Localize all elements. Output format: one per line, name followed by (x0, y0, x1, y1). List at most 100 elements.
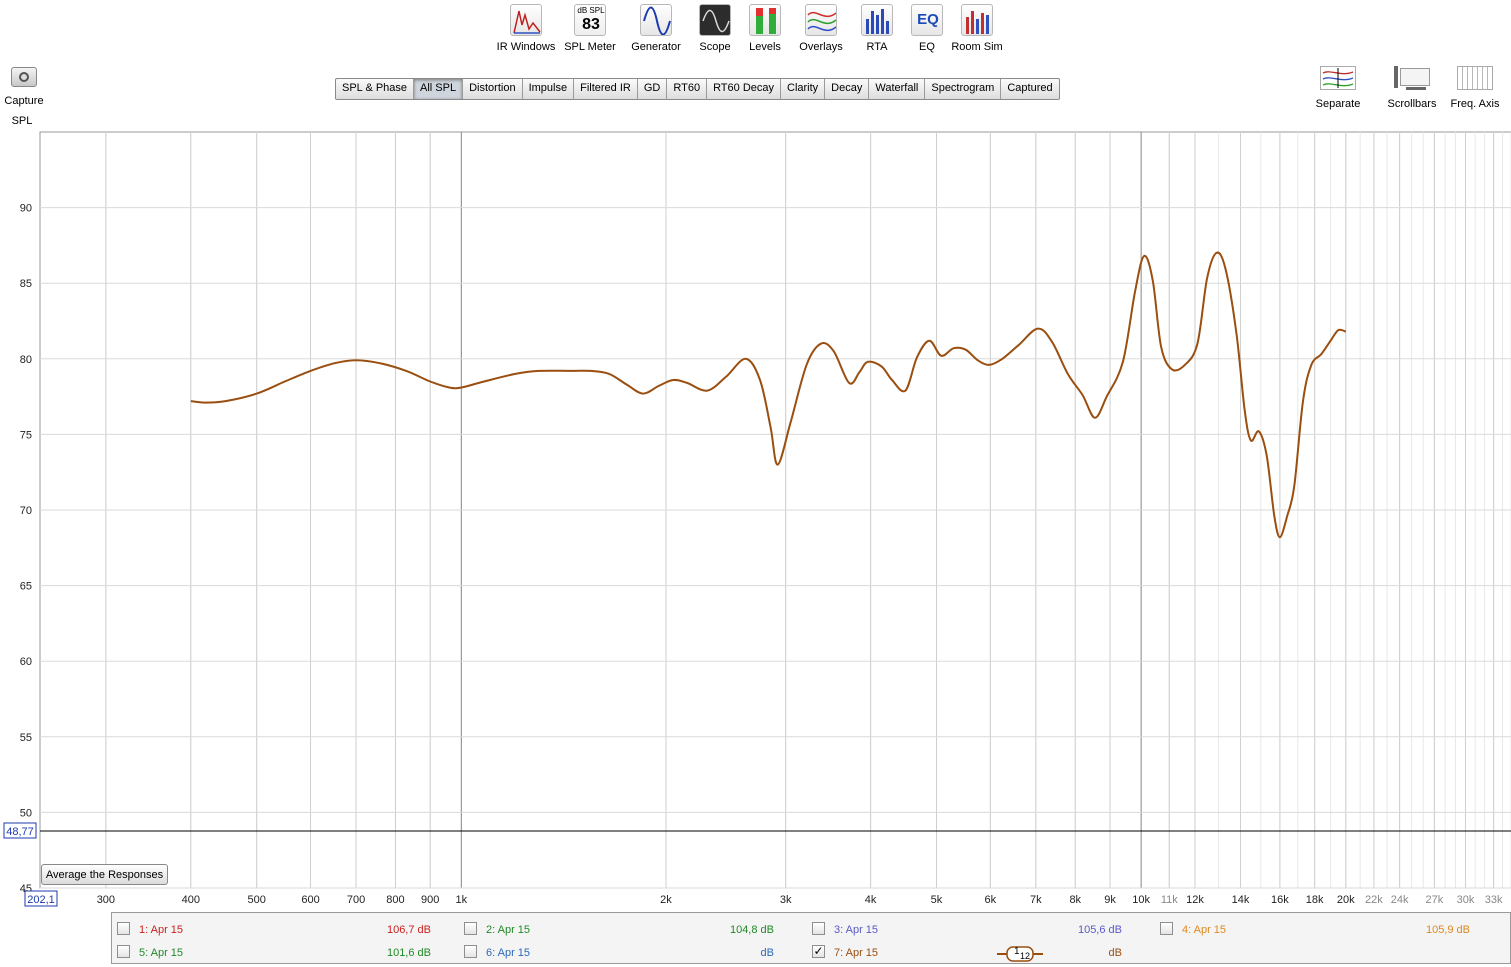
levels-label: Levels (749, 41, 781, 53)
scrollbars-icon (1392, 66, 1432, 90)
legend-item-7[interactable]: ✓ 7: Apr 15 dB (812, 944, 1132, 962)
tab-rt60-decay[interactable]: RT60 Decay (707, 79, 781, 99)
eq-icon: EQ (911, 4, 943, 36)
legend-label-3: 3: Apr 15 (834, 924, 879, 936)
separate-icon (1320, 66, 1356, 90)
graph-tabs: SPL & Phase All SPL Distortion Impulse F… (335, 78, 1060, 100)
separate-label: Separate (1315, 98, 1361, 110)
camera-icon (11, 67, 37, 87)
legend-value-3: 105,6 dB (1077, 924, 1122, 936)
tab-gd[interactable]: GD (638, 79, 668, 99)
legend-value-7: dB (1108, 947, 1122, 959)
x-tick-label: 9k (1104, 894, 1116, 906)
capture-button[interactable]: Capture (3, 67, 45, 107)
tab-rt60[interactable]: RT60 (667, 79, 708, 99)
levels-icon (749, 4, 781, 36)
x-tick-label: 24k (1391, 894, 1409, 906)
freq-axis-icon (1457, 66, 1493, 90)
y-tick-label: 60 (20, 656, 32, 668)
x-tick-label: 3k (780, 894, 792, 906)
ir-windows-label: IR Windows (496, 41, 556, 53)
tab-distortion[interactable]: Distortion (463, 79, 523, 99)
scope-icon (699, 4, 731, 36)
legend-label-5: 5: Apr 15 (139, 947, 184, 959)
legend-value-5: 101,6 dB (386, 947, 431, 959)
legend-panel: 1: Apr 15 106,7 dB 2: Apr 15 104,8 dB 3:… (111, 912, 1511, 964)
y-tick-label: 85 (20, 278, 32, 290)
legend-item-2[interactable]: 2: Apr 15 104,8 dB (464, 921, 784, 939)
room-sim-label: Room Sim (951, 41, 1003, 53)
x-tick-label: 6k (985, 894, 997, 906)
x-tick-label: 900 (421, 894, 439, 906)
cursor-x-readout: 202,1 (27, 894, 55, 906)
spl-meter-label: SPL Meter (564, 41, 616, 53)
x-tick-label: 12k (1186, 894, 1204, 906)
x-tick-label: 27k (1426, 894, 1444, 906)
spl-meter-button[interactable]: dB SPL 83 SPL Meter (558, 4, 622, 53)
smoothing-indicator[interactable]: 1 12 (997, 946, 1043, 962)
room-sim-button[interactable]: Room Sim (945, 4, 1009, 53)
freq-axis-label: Freq. Axis (1450, 98, 1500, 110)
legend-label-2: 2: Apr 15 (486, 924, 531, 936)
x-tick-label: 700 (347, 894, 365, 906)
spl-meter-unit: dB SPL (577, 6, 605, 15)
legend-label-7: 7: Apr 15 (834, 947, 879, 959)
legend-checkbox-2[interactable] (464, 922, 477, 935)
y-axis-label: SPL (12, 115, 33, 127)
average-responses-button[interactable]: Average the Responses (41, 864, 168, 885)
legend-checkbox-5[interactable] (117, 945, 130, 958)
legend-item-1[interactable]: 1: Apr 15 106,7 dB (117, 921, 437, 939)
freq-axis-button[interactable]: Freq. Axis (1446, 66, 1504, 110)
x-tick-label: 33k (1485, 894, 1503, 906)
x-tick-label: 2k (660, 894, 672, 906)
top-toolbar: IR Windows dB SPL 83 SPL Meter Generator… (0, 0, 1511, 60)
x-tick-label: 7k (1030, 894, 1042, 906)
tab-filtered-ir[interactable]: Filtered IR (574, 79, 638, 99)
tab-clarity[interactable]: Clarity (781, 79, 826, 99)
tab-decay[interactable]: Decay (825, 79, 870, 99)
scrollbars-button[interactable]: Scrollbars (1384, 66, 1440, 110)
room-sim-icon (961, 4, 993, 36)
tab-impulse[interactable]: Impulse (523, 79, 575, 99)
x-tick-label: 4k (865, 894, 877, 906)
ir-windows-button[interactable]: IR Windows (494, 4, 558, 53)
x-tick-label: 1k (456, 894, 468, 906)
capture-label: Capture (4, 95, 44, 107)
x-tick-label: 400 (182, 894, 200, 906)
tab-spl-phase[interactable]: SPL & Phase (336, 79, 415, 99)
spl-meter-value: 83 (582, 16, 600, 33)
x-tick-label: 500 (248, 894, 266, 906)
legend-checkbox-6[interactable] (464, 945, 477, 958)
tab-spectrogram[interactable]: Spectrogram (925, 79, 1002, 99)
legend-value-6: dB (760, 947, 774, 959)
legend-item-3[interactable]: 3: Apr 15 105,6 dB (812, 921, 1132, 939)
generator-button[interactable]: Generator (624, 4, 688, 53)
tab-waterfall[interactable]: Waterfall (869, 79, 926, 99)
legend-item-4[interactable]: 4: Apr 15 105,9 dB (1160, 921, 1480, 939)
overlays-icon (805, 4, 837, 36)
levels-button[interactable]: Levels (733, 4, 797, 53)
y-tick-label: 75 (20, 429, 32, 441)
scrollbars-label: Scrollbars (1387, 98, 1437, 110)
x-tick-label: 30k (1457, 894, 1475, 906)
y-tick-label: 65 (20, 581, 32, 593)
spl-chart[interactable]: SPL45505560657075808590300 400 500 600 700 80… (0, 110, 1511, 910)
tab-captured[interactable]: Captured (1001, 79, 1058, 99)
legend-checkbox-4[interactable] (1160, 922, 1173, 935)
x-tick-label: 300 (97, 894, 115, 906)
overlays-label: Overlays (799, 41, 843, 53)
legend-value-1: 106,7 dB (386, 924, 431, 936)
legend-item-6[interactable]: 6: Apr 15 dB (464, 944, 784, 962)
legend-checkbox-1[interactable] (117, 922, 130, 935)
x-tick-label: 800 (386, 894, 404, 906)
legend-checkbox-3[interactable] (812, 922, 825, 935)
tab-all-spl[interactable]: All SPL (414, 79, 464, 99)
rta-icon (861, 4, 893, 36)
y-tick-label: 80 (20, 354, 32, 366)
separate-button[interactable]: Separate (1310, 66, 1366, 110)
overlays-button[interactable]: Overlays (789, 4, 853, 53)
legend-item-5[interactable]: 5: Apr 15 101,6 dB (117, 944, 437, 962)
x-tick-label: 10k (1132, 894, 1150, 906)
generator-label: Generator (631, 41, 681, 53)
legend-checkbox-7[interactable]: ✓ (812, 945, 825, 958)
